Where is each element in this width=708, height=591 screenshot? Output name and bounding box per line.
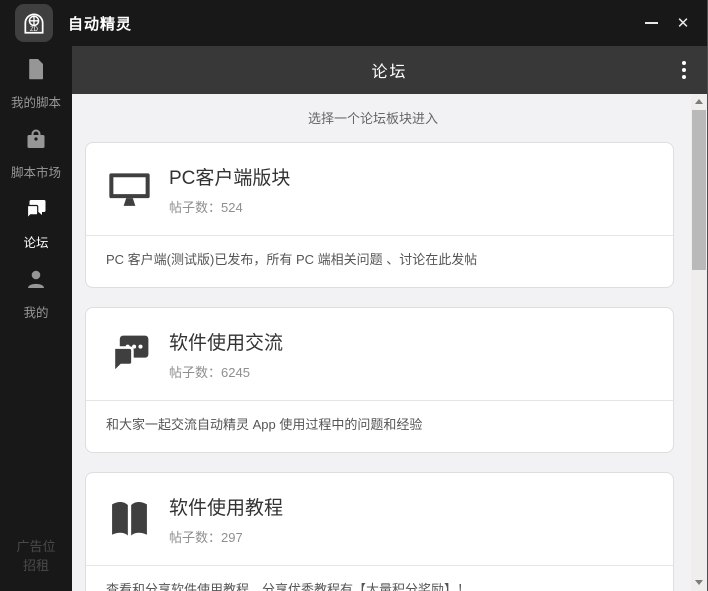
sidebar-item-script-market[interactable]: 脚本市场	[0, 127, 72, 180]
scroll-down-arrow-icon[interactable]	[691, 575, 707, 589]
window-title: 自动精灵	[68, 15, 133, 33]
scroll-up-arrow-icon[interactable]	[691, 94, 707, 108]
board-title: 软件使用教程	[169, 497, 284, 519]
forum-board-card-pc-client[interactable]: PC客户端版块 帖子数：524 PC 客户端(测试版)已发布，所有 PC 端相关…	[85, 142, 674, 288]
board-title: PC客户端版块	[169, 167, 291, 189]
app-window: ZD 自动精灵 ✕ 我的脚本 脚本市场 论坛 我的 广告位 招租 论坛 选择一个…	[0, 0, 708, 591]
app-logo-icon: ZD	[15, 4, 53, 42]
forum-board-list: 选择一个论坛板块进入 PC客户端版块 帖子数：524 PC 客户端(测试版)已发…	[72, 94, 707, 591]
app-badge-text: ZD	[30, 27, 38, 33]
window-controls: ✕	[635, 7, 699, 39]
ad-line1: 广告位	[16, 539, 56, 554]
minimize-icon	[644, 22, 658, 24]
sidebar-item-label: 论坛	[23, 236, 49, 250]
market-bag-icon	[24, 127, 48, 156]
card-head: 软件使用交流 帖子数：6245	[86, 308, 673, 400]
board-description: 查看和分享软件使用教程，分享优秀教程有【大量积分奖励】！	[86, 565, 673, 591]
sidebar-item-my-scripts[interactable]: 我的脚本	[0, 57, 72, 110]
forum-board-card-tutorials[interactable]: 软件使用教程 帖子数：297 查看和分享软件使用教程，分享优秀教程有【大量积分奖…	[85, 472, 674, 591]
sidebar-item-label: 我的	[23, 306, 49, 320]
card-text-block: 软件使用教程 帖子数：297	[169, 493, 283, 546]
sidebar-item-label: 我的脚本	[10, 96, 61, 110]
board-post-count: 帖子数：524	[169, 199, 243, 215]
board-title: 软件使用交流	[169, 332, 284, 354]
board-description: PC 客户端(测试版)已发布，所有 PC 端相关问题 、讨论在此发帖	[86, 235, 673, 287]
close-icon: ✕	[676, 15, 690, 32]
forum-chat-icon	[24, 197, 48, 226]
sidebar-item-forum[interactable]: 论坛	[0, 197, 72, 250]
scrollbar-thumb[interactable]	[692, 110, 706, 270]
script-file-icon	[24, 57, 48, 86]
sidebar-item-label: 脚本市场	[10, 166, 61, 180]
board-description: 和大家一起交流自动精灵 App 使用过程中的问题和经验	[86, 400, 673, 452]
vertical-scrollbar	[691, 94, 707, 591]
forum-board-card-software-discussion[interactable]: 软件使用交流 帖子数：6245 和大家一起交流自动精灵 App 使用过程中的问题…	[85, 307, 674, 453]
page-title: 论坛	[371, 64, 408, 81]
ad-line2: 招租	[22, 558, 49, 573]
card-text-block: PC客户端版块 帖子数：524	[169, 163, 290, 216]
ad-placeholder[interactable]: 广告位 招租	[0, 537, 72, 575]
sidebar-nav: 我的脚本 脚本市场 论坛 我的 广告位 招租	[0, 46, 72, 591]
kebab-menu-icon[interactable]	[672, 56, 696, 84]
minimize-button[interactable]	[635, 7, 667, 39]
open-book-icon	[106, 497, 153, 541]
board-hint-text: 选择一个论坛板块进入	[307, 111, 438, 126]
chat-bubble-icon	[106, 332, 153, 376]
card-head: PC客户端版块 帖子数：524	[86, 143, 673, 235]
profile-person-icon	[24, 267, 48, 296]
board-post-count: 帖子数：6245	[169, 364, 250, 380]
title-bar: ZD 自动精灵 ✕	[0, 0, 707, 46]
board-post-count: 帖子数：297	[169, 529, 243, 545]
monitor-icon	[106, 167, 153, 211]
sidebar-item-mine[interactable]: 我的	[0, 267, 72, 320]
card-text-block: 软件使用交流 帖子数：6245	[169, 328, 283, 381]
close-button[interactable]: ✕	[667, 7, 699, 39]
section-header: 论坛	[72, 46, 707, 94]
card-head: 软件使用教程 帖子数：297	[86, 473, 673, 565]
